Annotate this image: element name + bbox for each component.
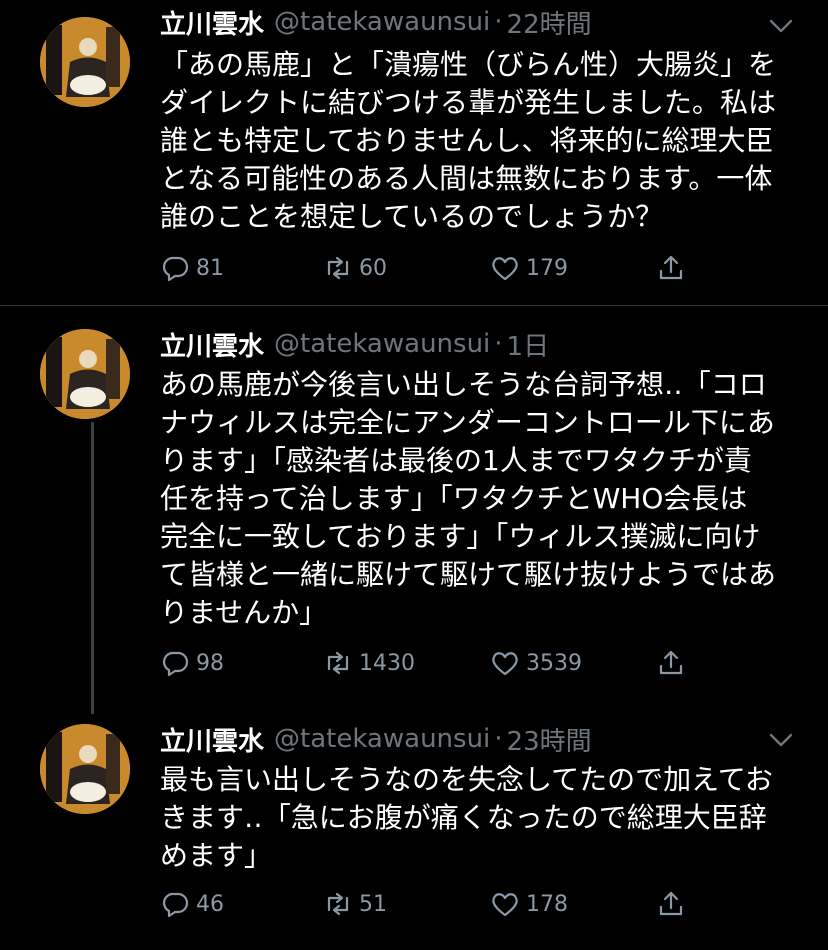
separator-dot: · <box>494 329 503 359</box>
share-button[interactable] <box>656 884 686 924</box>
tweet-text: 「あの馬鹿」と「潰瘍性（びらん性）大腸炎」を ダイレクトに結びつける輩が発生しま… <box>160 48 777 233</box>
user-handle[interactable]: @tatekawaunsui <box>274 329 490 359</box>
tweet-actions: 81 60 179 <box>160 248 720 288</box>
display-name[interactable]: 立川雲水 <box>160 4 264 41</box>
share-icon <box>659 650 683 675</box>
like-button[interactable]: 3539 <box>490 643 582 683</box>
retweet-button[interactable]: 1430 <box>323 643 415 683</box>
like-icon <box>492 893 518 917</box>
chevron-down-icon[interactable] <box>766 728 796 752</box>
share-icon <box>659 255 683 280</box>
retweet-count: 51 <box>359 891 387 917</box>
avatar[interactable] <box>40 724 130 814</box>
reply-icon <box>162 256 189 282</box>
like-count: 3539 <box>526 650 582 676</box>
share-icon <box>659 891 683 916</box>
reply-count: 46 <box>196 891 224 917</box>
retweet-icon <box>327 651 349 675</box>
tweet[interactable]: 立川雲水 @tatekawaunsui · 1日 あの馬鹿が今後言い出しそうな台… <box>0 306 828 706</box>
tweet-actions: 98 1430 3539 <box>160 643 720 683</box>
reply-button[interactable]: 46 <box>160 884 224 924</box>
tweet-header: 立川雲水 @tatekawaunsui · 1日 <box>160 324 549 364</box>
like-icon <box>492 652 518 676</box>
retweet-count: 1430 <box>359 650 415 676</box>
retweet-button[interactable]: 51 <box>323 884 387 924</box>
reply-button[interactable]: 98 <box>160 643 224 683</box>
avatar[interactable] <box>40 329 130 419</box>
tweet-header: 立川雲水 @tatekawaunsui · 22時間 <box>160 2 592 42</box>
like-count: 179 <box>526 255 568 281</box>
user-handle[interactable]: @tatekawaunsui <box>274 7 490 37</box>
reply-button[interactable]: 81 <box>160 248 224 288</box>
timestamp[interactable]: 1日 <box>507 326 550 363</box>
timestamp[interactable]: 23時間 <box>507 721 592 758</box>
retweet-count: 60 <box>359 255 387 281</box>
share-button[interactable] <box>656 643 686 683</box>
reply-count: 98 <box>196 650 224 676</box>
timestamp[interactable]: 22時間 <box>507 4 592 41</box>
separator-dot: · <box>494 724 503 754</box>
display-name[interactable]: 立川雲水 <box>160 721 264 758</box>
reply-icon <box>162 651 189 677</box>
reply-icon <box>162 892 189 918</box>
tweet-text: 最も言い出しそうなのを失念してたので加えてお きます‥「急にお腹が痛くなったので… <box>160 763 773 872</box>
like-button[interactable]: 178 <box>490 884 568 924</box>
display-name[interactable]: 立川雲水 <box>160 326 264 363</box>
like-count: 178 <box>526 891 568 917</box>
chevron-down-icon[interactable] <box>766 14 796 38</box>
tweet[interactable]: 立川雲水 @tatekawaunsui · 23時間 最も言い出しそうなのを失念… <box>0 706 828 950</box>
avatar[interactable] <box>40 17 130 107</box>
tweet[interactable]: 立川雲水 @tatekawaunsui · 22時間 「あの馬鹿」と「潰瘍性（び… <box>0 0 828 305</box>
like-icon <box>492 257 518 281</box>
tweet-actions: 46 51 178 <box>160 884 720 924</box>
retweet-icon <box>327 256 349 280</box>
like-button[interactable]: 179 <box>490 248 568 288</box>
retweet-icon <box>327 892 349 916</box>
share-button[interactable] <box>656 248 686 288</box>
user-handle[interactable]: @tatekawaunsui <box>274 724 490 754</box>
tweet-text: あの馬鹿が今後言い出しそうな台詞予想‥「コロ ナウィルスは完全にアンダーコントロ… <box>160 368 777 629</box>
tweet-header: 立川雲水 @tatekawaunsui · 23時間 <box>160 719 592 759</box>
separator-dot: · <box>494 7 503 37</box>
reply-count: 81 <box>196 255 224 281</box>
retweet-button[interactable]: 60 <box>323 248 387 288</box>
